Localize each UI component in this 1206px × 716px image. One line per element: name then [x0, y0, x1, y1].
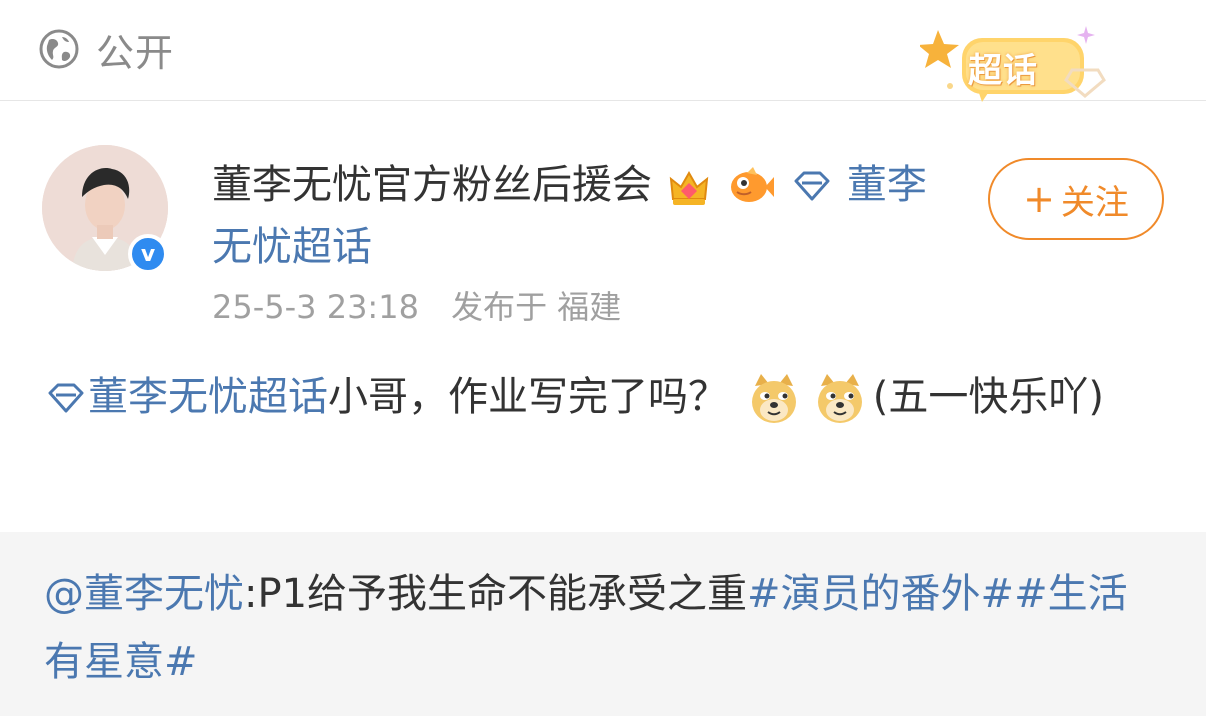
author-name[interactable]: 董李无忧官方粉丝后援会 [212, 162, 652, 208]
repost-card[interactable]: @董李无忧:P1给予我生命不能承受之重#演员的番外##生活有星意# [0, 532, 1206, 716]
follow-button[interactable]: + 关注 [988, 158, 1164, 240]
post-location: 发布于 福建 [451, 288, 622, 326]
super-topic-badge-label: 超话 [968, 51, 1038, 91]
post-text-tail: (五一快乐吖) [872, 374, 1104, 420]
visibility-label: 公开 [96, 30, 175, 75]
follow-button-label: 关注 [1060, 182, 1129, 223]
super-topic-diamond-icon [48, 383, 84, 413]
hashtag-link[interactable]: #演员的番外# [747, 571, 1014, 617]
crown-icon [669, 170, 708, 205]
verified-badge-icon: v [128, 234, 168, 274]
repost-content: :P1给予我生命不能承受之重 [244, 571, 748, 617]
post-body: 董李无忧超话小哥，作业写完了吗？ (五一快乐吖) [44, 362, 1164, 432]
plus-icon: + [1023, 177, 1055, 221]
post-meta: 25-5-3 23:18 发布于 福建 [212, 282, 643, 328]
repost-text: @董李无忧:P1给予我生命不能承受之重#演员的番外##生活有星意# [44, 560, 1164, 696]
fish-icon [731, 167, 775, 202]
doge-emoji-icon [817, 374, 862, 423]
author-line: 董李无忧官方粉丝后援会 董李无忧超话 [212, 154, 932, 278]
post-topic-link[interactable]: 董李无忧超话 [88, 374, 328, 420]
super-topic-diamond-icon [794, 171, 830, 201]
repost-mention-link[interactable]: @董李无忧 [44, 571, 244, 617]
visibility-bar: 公开 超话 [0, 0, 1206, 102]
globe-icon [39, 29, 79, 69]
post-text: 小哥，作业写完了吗？ [328, 374, 728, 420]
post-timestamp: 25-5-3 23:18 [212, 288, 419, 326]
doge-emoji-icon [751, 374, 796, 423]
visibility-indicator[interactable]: 公开 [38, 26, 174, 75]
